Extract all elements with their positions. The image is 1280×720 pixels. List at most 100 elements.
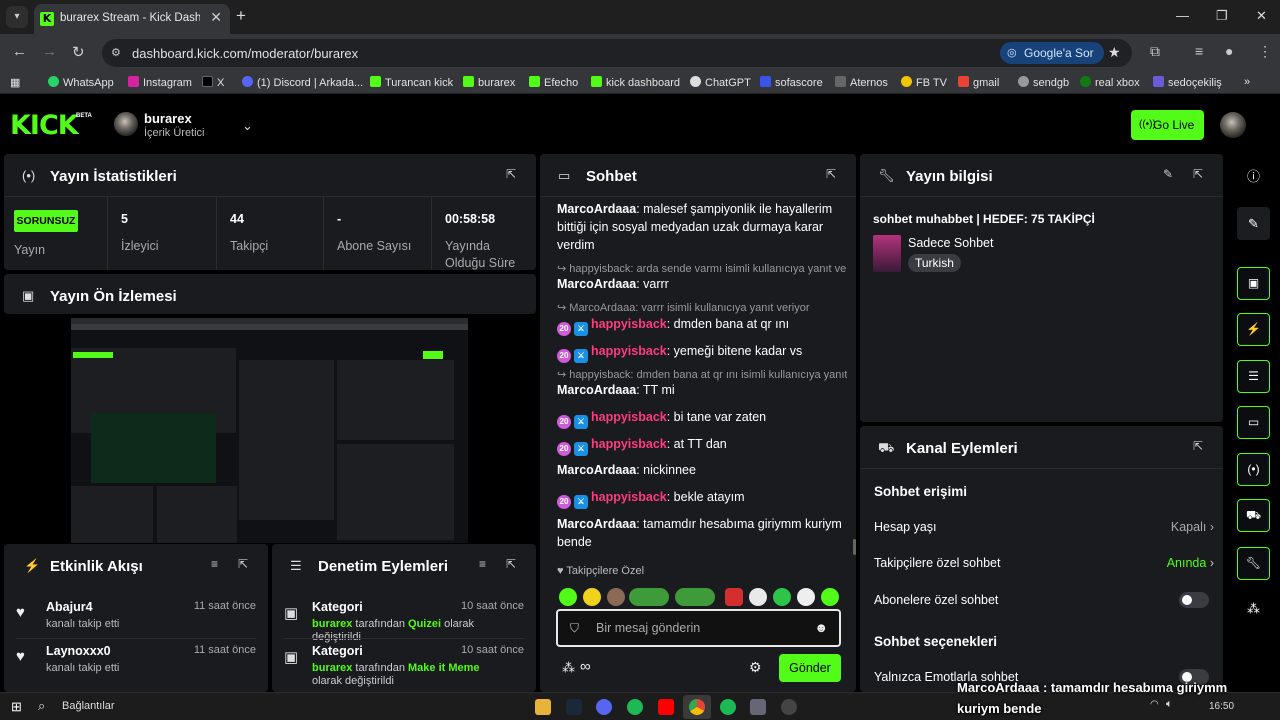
subs-chat-toggle[interactable] xyxy=(1179,592,1209,608)
minimize-icon[interactable]: — xyxy=(1176,8,1189,23)
popout-icon[interactable]: ⇱ xyxy=(1193,167,1203,181)
list-icon[interactable]: ☰ xyxy=(1237,360,1270,393)
bookmark-gmail[interactable]: gmail xyxy=(958,76,999,89)
chat-bubble-icon[interactable]: ▭ xyxy=(1237,406,1270,439)
emote-icon[interactable] xyxy=(797,588,815,606)
youtube-icon[interactable] xyxy=(658,699,674,715)
steam-icon[interactable] xyxy=(566,699,582,715)
user-avatar[interactable] xyxy=(1220,112,1246,138)
preview-toggle-icon[interactable]: ▣ xyxy=(1237,267,1270,300)
url-bar[interactable]: ⚙ dashboard.kick.com/moderator/burarex ◎… xyxy=(102,39,1132,67)
activity-user[interactable]: Laynoxxx0 xyxy=(46,644,111,658)
chat-username[interactable]: happyisback xyxy=(591,317,667,331)
chat-input[interactable]: ⛉ Bir mesaj gönderin ☻ xyxy=(556,609,841,647)
gear-icon[interactable]: ⚙ xyxy=(749,659,762,676)
edit-pencil-icon[interactable]: ✎ xyxy=(1163,167,1173,181)
emoji-picker-icon[interactable]: ☻ xyxy=(814,620,828,635)
bookmark-discord[interactable]: (1) Discord | Arkada... xyxy=(242,76,363,89)
emote-icon[interactable] xyxy=(749,588,767,606)
spotify-icon[interactable] xyxy=(627,699,643,715)
broadcast-icon[interactable]: (•) xyxy=(1237,453,1270,486)
search-icon[interactable]: ⌕ xyxy=(38,698,45,714)
popout-icon[interactable]: ⇱ xyxy=(238,557,248,571)
maximize-icon[interactable]: ❐ xyxy=(1216,8,1228,24)
back-arrow-icon[interactable]: ← xyxy=(12,43,27,60)
tab-groups-icon[interactable]: ≡ xyxy=(1195,43,1203,59)
category-thumbnail[interactable] xyxy=(873,235,901,272)
bookmark-fbtv[interactable]: FB TV xyxy=(901,76,947,89)
send-button[interactable]: Gönder xyxy=(779,654,841,682)
file-explorer-icon[interactable] xyxy=(535,699,551,715)
bookmark-chatgpt[interactable]: ChatGPT xyxy=(690,76,751,89)
bookmark-aternos[interactable]: Aternos xyxy=(835,76,888,89)
info-icon[interactable]: ⓘ xyxy=(1237,160,1270,193)
emote-icon[interactable] xyxy=(675,588,715,606)
app-icon[interactable] xyxy=(781,699,797,715)
reload-icon[interactable]: ↻ xyxy=(72,43,85,61)
app-icon[interactable] xyxy=(720,699,736,715)
emote-icon[interactable] xyxy=(773,588,791,606)
popout-icon[interactable]: ⇱ xyxy=(1193,439,1203,453)
chat-username[interactable]: MarcoArdaaa xyxy=(557,202,636,216)
wrench-icon[interactable]: 🔧︎ xyxy=(1237,547,1270,580)
bookmark-sofascore[interactable]: sofascore xyxy=(760,76,823,89)
bookmark-sendgb[interactable]: sendgb xyxy=(1018,76,1069,89)
discord-icon[interactable] xyxy=(596,699,612,715)
forward-arrow-icon[interactable]: → xyxy=(42,43,57,60)
bookmark-turancan-kick[interactable]: Turancan kick xyxy=(370,76,453,89)
browser-tab[interactable]: K burarex Stream - Kick Dashboard ✕ xyxy=(34,4,230,34)
chat-username[interactable]: MarcoArdaaa xyxy=(557,463,636,477)
app-icon[interactable] xyxy=(750,699,766,715)
bookmark-real-xbox[interactable]: real xbox xyxy=(1080,76,1140,89)
bookmark-whatsapp[interactable]: WhatsApp xyxy=(48,76,114,89)
menu-dots-icon[interactable]: ⋮ xyxy=(1258,43,1272,60)
bookmark-burarex[interactable]: burarex xyxy=(463,76,515,89)
chat-username[interactable]: MarcoArdaaa xyxy=(557,383,636,397)
bookmark-star-icon[interactable]: ★ xyxy=(1108,44,1121,61)
emote-icon[interactable] xyxy=(629,588,669,606)
emote-icon[interactable] xyxy=(607,588,625,606)
activity-user[interactable]: Abajur4 xyxy=(46,600,93,614)
taskbar-search-label[interactable]: Bağlantılar xyxy=(62,700,115,712)
chat-username[interactable]: happyisback xyxy=(591,410,667,424)
bookmark-efecho[interactable]: Efecho xyxy=(529,76,578,89)
extensions-icon[interactable]: ⧉ xyxy=(1150,43,1160,60)
emote-icon[interactable] xyxy=(725,588,743,606)
bookmark-kick-dashboard[interactable]: kick dashboard xyxy=(591,76,680,89)
bookmark-sedocekilis[interactable]: sedoçekiliş xyxy=(1153,76,1222,89)
popout-icon[interactable]: ⇱ xyxy=(506,167,516,181)
edit-pencil-icon[interactable]: ✎ xyxy=(1237,207,1270,240)
infinity-icon[interactable]: ∞ xyxy=(580,658,591,675)
kick-points-icon[interactable]: ⁂ xyxy=(1237,592,1270,625)
channel-actions-icon[interactable]: ⛟ xyxy=(1237,499,1270,532)
apps-grid-icon[interactable]: ▦ xyxy=(10,76,20,89)
kick-points-icon[interactable]: ⁂ xyxy=(562,660,575,676)
tab-search-button[interactable]: ▾ xyxy=(6,6,28,28)
chat-username[interactable]: MarcoArdaaa xyxy=(557,517,636,531)
close-window-icon[interactable]: ✕ xyxy=(1256,8,1267,24)
kick-logo[interactable]: KICK xyxy=(10,110,79,141)
windows-start-icon[interactable]: ⊞ xyxy=(11,699,22,715)
profile-avatar[interactable]: ● xyxy=(1225,43,1233,59)
tab-close-icon[interactable]: ✕ xyxy=(210,9,222,26)
chat-scrollbar[interactable] xyxy=(853,539,856,555)
url-text[interactable]: dashboard.kick.com/moderator/burarex xyxy=(132,46,358,61)
emote-icon[interactable] xyxy=(821,588,839,606)
lightning-icon[interactable]: ⚡ xyxy=(1237,313,1270,346)
chrome-icon[interactable] xyxy=(689,699,705,715)
more-bookmarks-icon[interactable]: » xyxy=(1244,76,1250,88)
go-live-button[interactable]: ((•)) Go Live xyxy=(1131,110,1204,140)
chat-username[interactable]: happyisback xyxy=(591,344,667,358)
chat-username[interactable]: happyisback xyxy=(591,490,667,504)
emote-icon[interactable] xyxy=(583,588,601,606)
chat-username[interactable]: MarcoArdaaa xyxy=(557,277,636,291)
filter-icon[interactable]: ≡ xyxy=(211,557,218,571)
site-info-icon[interactable]: ⚙ xyxy=(111,46,121,59)
bookmark-x[interactable]: X xyxy=(202,76,224,89)
account-age-setting[interactable]: Hesap yaşı Kapalı › xyxy=(874,520,1214,534)
category-name[interactable]: Sadece Sohbet xyxy=(908,236,994,250)
stream-preview-video[interactable] xyxy=(71,318,468,543)
google-sor-button[interactable]: ◎ Google'a Sor xyxy=(1000,42,1104,64)
bookmark-instagram[interactable]: Instagram xyxy=(128,76,192,89)
emote-icon[interactable] xyxy=(559,588,577,606)
